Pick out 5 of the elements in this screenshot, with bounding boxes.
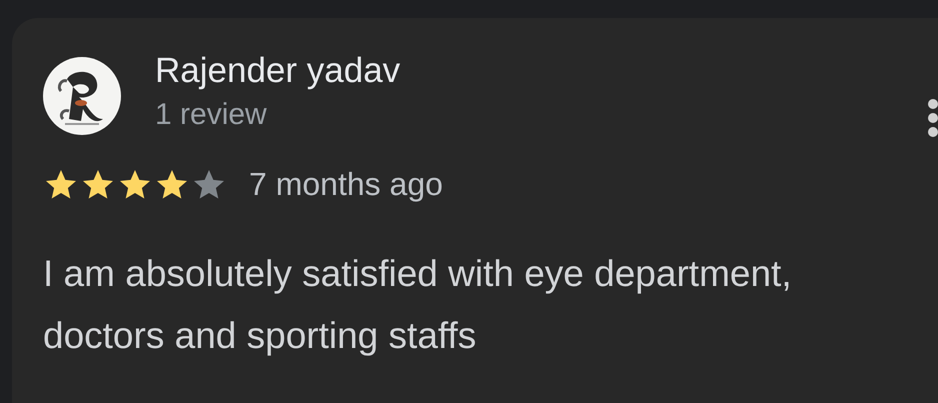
more-options-icon[interactable] bbox=[928, 99, 938, 139]
review-time: 7 months ago bbox=[249, 166, 443, 203]
review-count: 1 review bbox=[155, 97, 268, 133]
review-text: I am absolutely satisfied with eye department, doctors and sporting staffs bbox=[43, 252, 793, 358]
author-name[interactable]: Rajender yadav bbox=[155, 49, 928, 93]
